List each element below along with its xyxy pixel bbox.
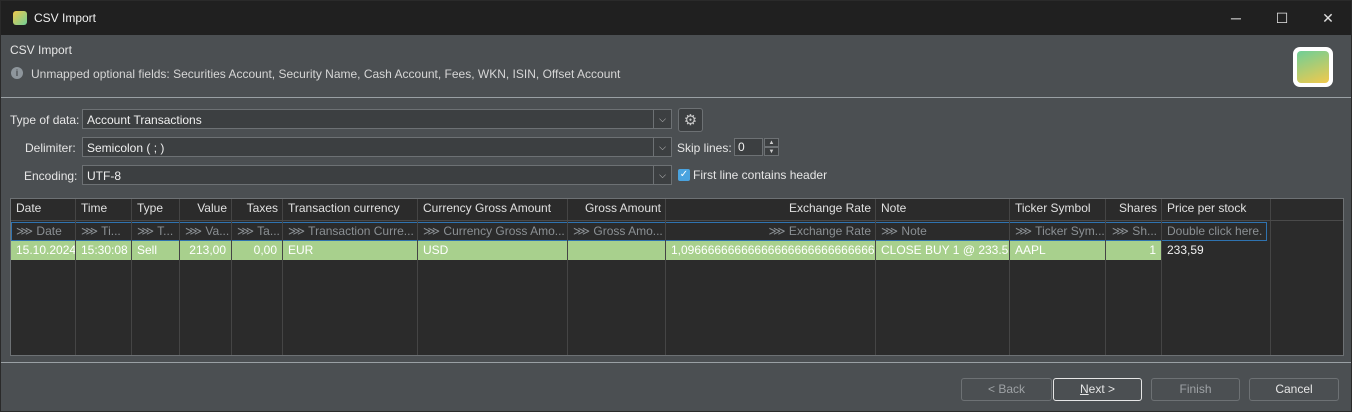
column-mapping-cell[interactable]: ⋙ Sh... [1106, 222, 1162, 241]
column-mapping-cell[interactable]: ⋙ Ta... [232, 222, 283, 241]
skip-lines-label: Skip lines: [677, 141, 732, 155]
delimiter-select[interactable]: Semicolon ( ; ) ⌵ [82, 137, 672, 157]
column-gross-amount: Gross Amount ⋙ Gross Amo... [568, 199, 666, 355]
column-exchange-rate: Exchange Rate ⋙ Exchange Rate 1,0966666666… [666, 199, 876, 355]
first-line-header-label: First line contains header [693, 168, 828, 182]
info-icon: i [11, 67, 23, 79]
chevron-down-icon: ⌵ [653, 166, 671, 184]
header-divider [1, 97, 1351, 98]
back-button[interactable]: < Back [961, 378, 1052, 401]
column-header[interactable]: Date [11, 199, 76, 218]
table-cell[interactable] [568, 241, 665, 260]
table-cell[interactable]: 15:30:08 [76, 241, 131, 260]
column-mapping-cell[interactable]: ⋙ Va... [180, 222, 232, 241]
column-header[interactable]: Gross Amount [568, 199, 666, 218]
table-cell[interactable]: USD [418, 241, 567, 260]
column-header[interactable]: Price per stock [1162, 199, 1271, 218]
column-header[interactable]: Exchange Rate [666, 199, 876, 218]
first-line-header-checkbox[interactable]: ✓ [678, 169, 690, 181]
cancel-button[interactable]: Cancel [1249, 378, 1339, 401]
column-mapping-cell[interactable]: ⋙ Note [876, 222, 1010, 241]
spin-down-icon[interactable]: ▼ [764, 147, 779, 156]
column-date: Date ⋙ Date 15.10.2024 [11, 199, 76, 355]
spin-up-icon[interactable]: ▲ [764, 138, 779, 147]
table-cell[interactable]: AAPL [1010, 241, 1105, 260]
table-cell[interactable]: 1 [1106, 241, 1161, 260]
app-icon [13, 11, 27, 25]
column-note: Note ⋙ Note CLOSE BUY 1 @ 233.59 [876, 199, 1010, 355]
column-value: Value ⋙ Va... 213,00 [180, 199, 232, 355]
gear-icon[interactable]: ⚙ [678, 108, 703, 132]
column-taxes: Taxes ⋙ Ta... 0,00 [232, 199, 283, 355]
title-bar[interactable]: CSV Import ─ ☐ ✕ [1, 1, 1351, 35]
table-cell[interactable]: CLOSE BUY 1 @ 233.59 [876, 241, 1009, 260]
column-header[interactable]: Shares [1106, 199, 1162, 218]
column-header[interactable]: Type [132, 199, 180, 218]
chevron-down-icon: ⌵ [653, 110, 671, 128]
column-currency-gross-amount: Currency Gross Amount ⋙ Currency Gross Am… [418, 199, 568, 355]
encoding-select[interactable]: UTF-8 ⌵ [82, 165, 672, 185]
maximize-icon[interactable]: ☐ [1267, 7, 1297, 29]
column-mapping-cell[interactable]: ⋙ Date [11, 222, 76, 241]
column-mapping-cell[interactable]: ⋙ Transaction Curre... [283, 222, 418, 241]
type-of-data-label: Type of data: [10, 113, 80, 127]
type-of-data-select[interactable]: Account Transactions ⌵ [82, 109, 672, 129]
delimiter-label: Delimiter: [25, 141, 76, 155]
window-title: CSV Import [34, 11, 97, 25]
column-transaction-currency: Transaction currency ⋙ Transaction Curre.… [283, 199, 418, 355]
delimiter-value: Semicolon ( ; ) [87, 141, 165, 155]
preview-table[interactable]: Date ⋙ Date 15.10.2024 Time ⋙ Ti... 15:30:08 T… [10, 198, 1344, 356]
type-of-data-value: Account Transactions [87, 113, 202, 127]
column-header[interactable]: Ticker Symbol [1010, 199, 1106, 218]
table-cell[interactable]: Sell [132, 241, 179, 260]
close-icon[interactable]: ✕ [1313, 7, 1343, 29]
column-header[interactable]: Transaction currency [283, 199, 418, 218]
table-cell[interactable]: 0,00 [232, 241, 282, 260]
table-cell[interactable]: 213,00 [180, 241, 231, 260]
footer-divider [1, 362, 1351, 363]
column-mapping-cell[interactable]: ⋙ Ti... [76, 222, 132, 241]
skip-lines-input[interactable]: 0 [734, 138, 763, 156]
wizard-header: CSV Import i Unmapped optional fields: S… [1, 35, 1351, 95]
column-mapping-cell[interactable]: Double click here. [1162, 222, 1271, 241]
column-header[interactable]: Note [876, 199, 1010, 218]
column-header[interactable]: Currency Gross Amount [418, 199, 568, 218]
portfolio-logo-icon [1293, 47, 1333, 87]
unmapped-fields-message: Unmapped optional fields: Securities Acc… [31, 67, 621, 81]
column-mapping-cell[interactable]: ⋙ Gross Amo... [568, 222, 666, 241]
csv-import-dialog: CSV Import ─ ☐ ✕ CSV Import i Unmapped o… [0, 0, 1352, 412]
chevron-down-icon: ⌵ [653, 138, 671, 156]
column-price-per-stock: Price per stock Double click here. 233,59 [1162, 199, 1271, 355]
page-title: CSV Import [10, 43, 73, 57]
column-mapping-cell[interactable]: ⋙ Exchange Rate [666, 222, 876, 241]
column-mapping-cell[interactable]: ⋙ Ticker Sym... [1010, 222, 1106, 241]
column-mapping-cell[interactable]: ⋙ Currency Gross Amo... [418, 222, 568, 241]
table-cell[interactable]: EUR [283, 241, 417, 260]
column-ticker-symbol: Ticker Symbol ⋙ Ticker Sym... AAPL [1010, 199, 1106, 355]
table-cell[interactable]: 233,59 [1162, 241, 1270, 260]
table-cell[interactable]: 15.10.2024 [11, 241, 75, 260]
column-time: Time ⋙ Ti... 15:30:08 [76, 199, 132, 355]
next-button[interactable]: Next > [1053, 378, 1142, 401]
encoding-value: UTF-8 [87, 169, 121, 183]
column-mapping-cell[interactable]: ⋙ T... [132, 222, 180, 241]
encoding-label: Encoding: [24, 169, 78, 183]
table-cell[interactable]: 1,0966666666666666666666666666667 [666, 241, 875, 260]
finish-button[interactable]: Finish [1151, 378, 1240, 401]
column-type: Type ⋙ T... Sell [132, 199, 180, 355]
column-shares: Shares ⋙ Sh... 1 [1106, 199, 1162, 355]
column-header[interactable]: Value [180, 199, 232, 218]
header-divider-line [11, 220, 1343, 221]
column-header[interactable]: Time [76, 199, 132, 218]
minimize-icon[interactable]: ─ [1221, 7, 1251, 29]
column-header[interactable]: Taxes [232, 199, 283, 218]
